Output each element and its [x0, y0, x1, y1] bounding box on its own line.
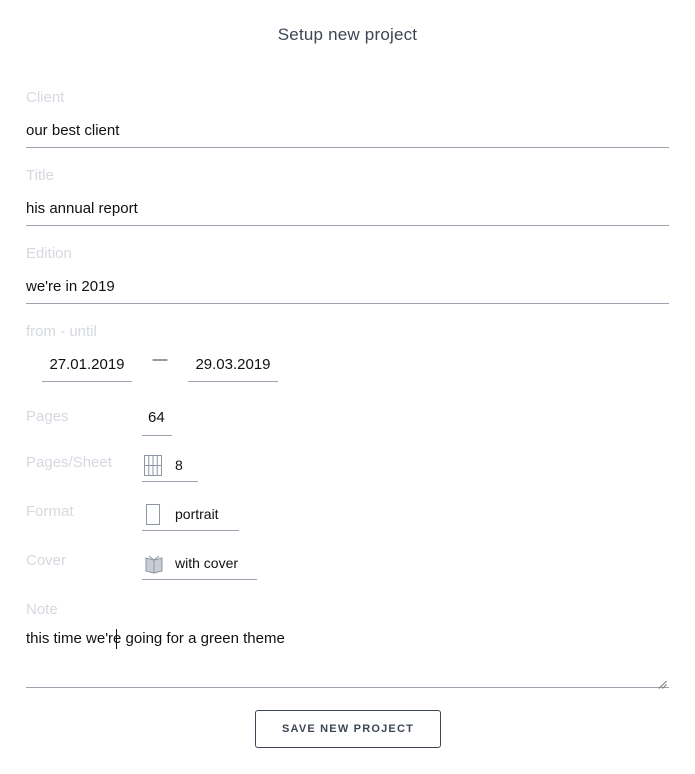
date-until-field[interactable]: 29.03.2019	[188, 352, 278, 382]
cover-select[interactable]: with cover	[142, 550, 257, 580]
pages-per-sheet-field[interactable]: 8	[142, 452, 198, 482]
cover-value: with cover	[175, 555, 239, 571]
edition-field[interactable]: we're in 2019	[26, 274, 669, 304]
pages-per-sheet-label: Pages/Sheet	[26, 454, 112, 471]
title-label: Title	[26, 167, 54, 184]
title-value: his annual report	[26, 200, 138, 217]
pages-per-sheet-value: 8	[175, 457, 183, 473]
period-label: from - until	[26, 323, 97, 340]
format-select[interactable]: portrait	[142, 501, 239, 531]
date-separator: —	[152, 351, 168, 368]
format-value: portrait	[175, 506, 219, 522]
client-value: our best client	[26, 122, 120, 139]
book-cover-icon	[144, 553, 164, 574]
page-title: Setup new project	[277, 25, 418, 44]
note-textarea[interactable]: this time we're going for a green theme	[26, 627, 669, 689]
date-from-field[interactable]: 27.01.2019	[42, 352, 132, 382]
edition-label: Edition	[26, 245, 72, 262]
client-field[interactable]: our best client	[26, 118, 669, 148]
format-label: Format	[26, 503, 74, 520]
text-caret	[116, 629, 117, 649]
resize-handle-icon[interactable]	[658, 676, 667, 689]
save-new-project-button[interactable]: SAVE NEW PROJECT	[255, 710, 441, 748]
pages-field[interactable]: 64	[142, 406, 172, 436]
pages-value: 64	[148, 409, 165, 426]
edition-value: we're in 2019	[26, 278, 115, 295]
note-label: Note	[26, 601, 58, 618]
client-label: Client	[26, 89, 65, 106]
sheet-grid-icon	[144, 455, 162, 476]
portrait-page-icon	[145, 504, 163, 525]
title-field[interactable]: his annual report	[26, 196, 669, 226]
pages-label: Pages	[26, 408, 69, 425]
cover-label: Cover	[26, 552, 67, 569]
note-value: this time we're going for a green theme	[26, 630, 285, 647]
